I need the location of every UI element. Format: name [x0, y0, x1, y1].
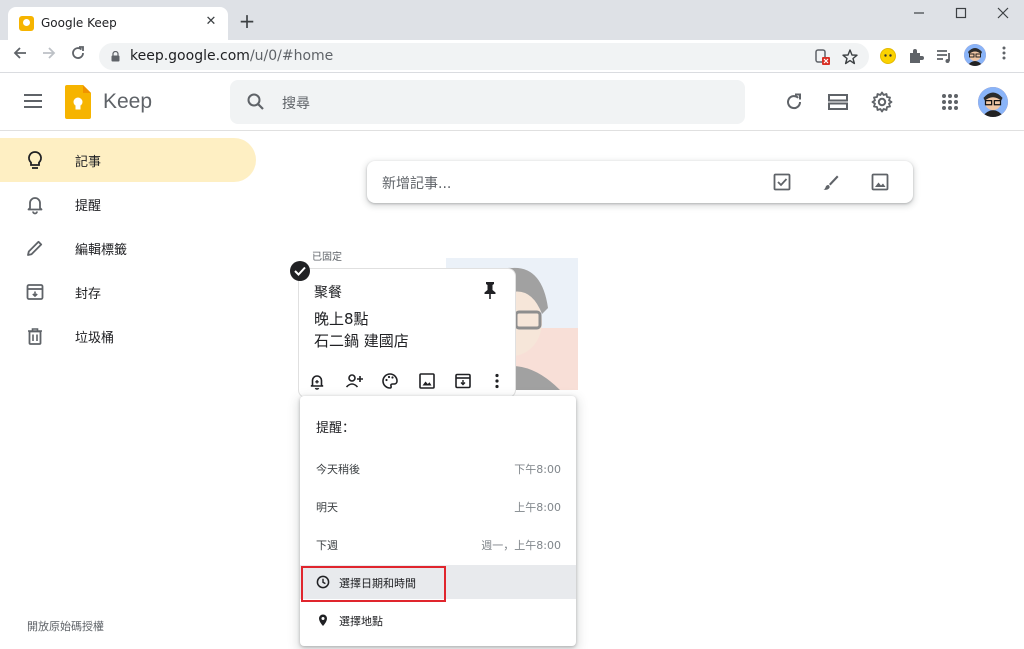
- sidebar: 記事 提醒 編輯標籤 封存 垃圾桶: [0, 131, 270, 649]
- extensions-puzzle-icon[interactable]: [905, 45, 927, 67]
- note-line: 石二鍋 建國店: [314, 332, 409, 350]
- reminder-option-label: 明天: [316, 501, 338, 514]
- keep-favicon-icon: [19, 16, 34, 31]
- keep-header: Keep 搜尋: [0, 73, 1024, 131]
- bell-icon: [27, 197, 43, 215]
- pin-icon[interactable]: [479, 279, 501, 301]
- refresh-icon[interactable]: [782, 90, 806, 114]
- url-text[interactable]: keep.google.com/u/0/#home: [130, 48, 333, 64]
- remind-me-bell-plus-icon[interactable]: [307, 371, 327, 391]
- bookmark-star-icon[interactable]: [841, 48, 859, 66]
- browser-window: Google Keep ✕ + keep.google.com/u/0/#hom…: [0, 0, 1024, 649]
- app-name[interactable]: Keep: [103, 90, 152, 114]
- sidebar-item-reminders[interactable]: 提醒: [0, 182, 256, 226]
- blocked-popup-icon[interactable]: [813, 48, 831, 66]
- account-avatar[interactable]: [978, 87, 1008, 117]
- sidebar-item-label: 封存: [75, 287, 102, 302]
- sidebar-item-label: 垃圾桶: [75, 331, 115, 346]
- highlight-annotation-box: [301, 566, 446, 602]
- sidebar-item-notes[interactable]: 記事: [0, 138, 256, 182]
- open-source-licenses-link[interactable]: 開放原始碼授權: [27, 618, 104, 634]
- reminder-option-time: 上午8:00: [514, 501, 561, 514]
- trash-icon: [28, 328, 42, 345]
- close-window-icon[interactable]: [990, 6, 1016, 24]
- note-line: 晚上8點: [314, 310, 369, 328]
- search-box[interactable]: 搜尋: [230, 80, 745, 124]
- extension-emoji-icon[interactable]: [877, 45, 899, 67]
- list-view-icon[interactable]: [826, 90, 850, 114]
- note-body[interactable]: 晚上8點 石二鍋 建國店: [314, 308, 409, 352]
- new-image-icon[interactable]: [869, 171, 891, 193]
- sidebar-item-trash[interactable]: 垃圾桶: [0, 314, 256, 358]
- reminder-tomorrow[interactable]: 明天 上午8:00: [300, 489, 576, 523]
- pinned-section-label: 已固定: [312, 252, 342, 263]
- main-menu-icon[interactable]: [20, 90, 46, 114]
- reminder-menu-title: 提醒：: [316, 421, 356, 436]
- lightbulb-icon: [28, 151, 42, 169]
- reminder-option-label: 今天稍後: [316, 463, 360, 476]
- pencil-icon: [27, 240, 43, 256]
- settings-gear-icon[interactable]: [870, 90, 894, 114]
- keep-logo-icon[interactable]: [65, 85, 91, 119]
- reload-icon[interactable]: [67, 45, 89, 67]
- reminder-next-week[interactable]: 下週 週一，上午8:00: [300, 527, 576, 561]
- new-drawing-brush-icon[interactable]: [820, 171, 842, 193]
- take-note-input[interactable]: 新增記事...: [382, 173, 451, 193]
- back-icon[interactable]: [9, 45, 31, 67]
- sidebar-item-archive[interactable]: 封存: [0, 270, 256, 314]
- collaborator-add-icon[interactable]: [344, 371, 364, 391]
- forward-icon[interactable]: [38, 45, 60, 67]
- tab-title: Google Keep: [41, 16, 117, 30]
- add-image-icon[interactable]: [417, 371, 437, 391]
- sidebar-item-label: 提醒: [75, 199, 102, 214]
- reminder-later-today[interactable]: 今天稍後 下午8:00: [300, 451, 576, 485]
- sidebar-item-edit-labels[interactable]: 編輯標籤: [0, 226, 256, 270]
- take-note-box[interactable]: 新增記事...: [367, 161, 913, 203]
- select-note-checkmark-icon[interactable]: [290, 261, 310, 281]
- lock-icon[interactable]: [111, 51, 120, 62]
- reminder-option-label: 下週: [316, 539, 338, 552]
- archive-icon: [26, 284, 44, 300]
- reminder-option-time: 週一，上午8:00: [481, 539, 561, 552]
- tab-strip: Google Keep ✕ +: [0, 0, 1024, 40]
- pick-place-label: 選擇地點: [339, 615, 383, 628]
- pinned-note-card[interactable]: 聚餐 晚上8點 石二鍋 建國店: [298, 268, 516, 398]
- note-title[interactable]: 聚餐: [314, 282, 342, 302]
- close-tab-icon[interactable]: ✕: [202, 13, 220, 31]
- reminder-option-time: 下午8:00: [514, 463, 561, 476]
- search-icon[interactable]: [246, 92, 266, 112]
- address-bar: keep.google.com/u/0/#home: [0, 40, 1024, 73]
- browser-menu-icon[interactable]: [993, 45, 1015, 67]
- archive-note-icon[interactable]: [453, 371, 473, 391]
- reminder-menu: 提醒： 今天稍後 下午8:00 明天 上午8:00 下週 週一，上午8:00 選…: [300, 396, 576, 646]
- apps-grid-icon[interactable]: [938, 90, 962, 114]
- minimize-icon[interactable]: [906, 6, 932, 24]
- omnibox[interactable]: keep.google.com/u/0/#home: [99, 43, 869, 70]
- new-tab-button[interactable]: +: [236, 11, 258, 33]
- media-control-icon[interactable]: [933, 45, 955, 67]
- pick-place-option[interactable]: 選擇地點: [300, 603, 576, 637]
- search-input[interactable]: 搜尋: [282, 93, 310, 113]
- sidebar-item-label: 編輯標籤: [75, 243, 128, 258]
- location-pin-icon: [319, 614, 327, 626]
- palette-icon[interactable]: [380, 371, 400, 391]
- maximize-icon[interactable]: [948, 6, 974, 24]
- new-list-checkbox-icon[interactable]: [771, 171, 793, 193]
- more-options-icon[interactable]: [487, 371, 507, 391]
- browser-tab[interactable]: Google Keep ✕: [8, 7, 228, 40]
- profile-avatar-small[interactable]: [964, 44, 986, 66]
- sidebar-item-label: 記事: [75, 155, 102, 170]
